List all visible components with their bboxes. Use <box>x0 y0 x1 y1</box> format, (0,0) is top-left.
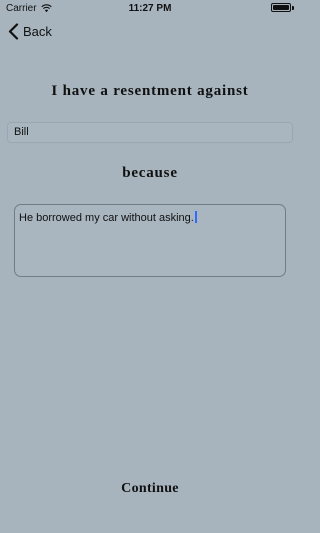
chevron-left-icon <box>8 22 19 40</box>
name-input-value: Bill <box>14 126 29 138</box>
battery-icon <box>271 3 291 12</box>
name-input[interactable]: Bill <box>7 122 293 143</box>
status-time: 11:27 PM <box>128 3 172 14</box>
back-label: Back <box>23 23 52 39</box>
resentment-heading: I have a resentment against <box>51 83 249 99</box>
text-caret <box>194 211 197 223</box>
status-bar: Carrier 11:27 PM <box>0 0 300 16</box>
back-button[interactable]: Back <box>8 21 52 41</box>
continue-button[interactable]: Continue <box>0 481 300 497</box>
reason-textarea-value: He borrowed my car without asking. <box>19 212 194 224</box>
because-heading: because <box>122 165 178 181</box>
reason-textarea[interactable]: He borrowed my car without asking. <box>14 204 286 277</box>
battery-fill <box>273 5 289 10</box>
battery-tip <box>292 5 294 10</box>
battery-indicator <box>271 3 294 12</box>
